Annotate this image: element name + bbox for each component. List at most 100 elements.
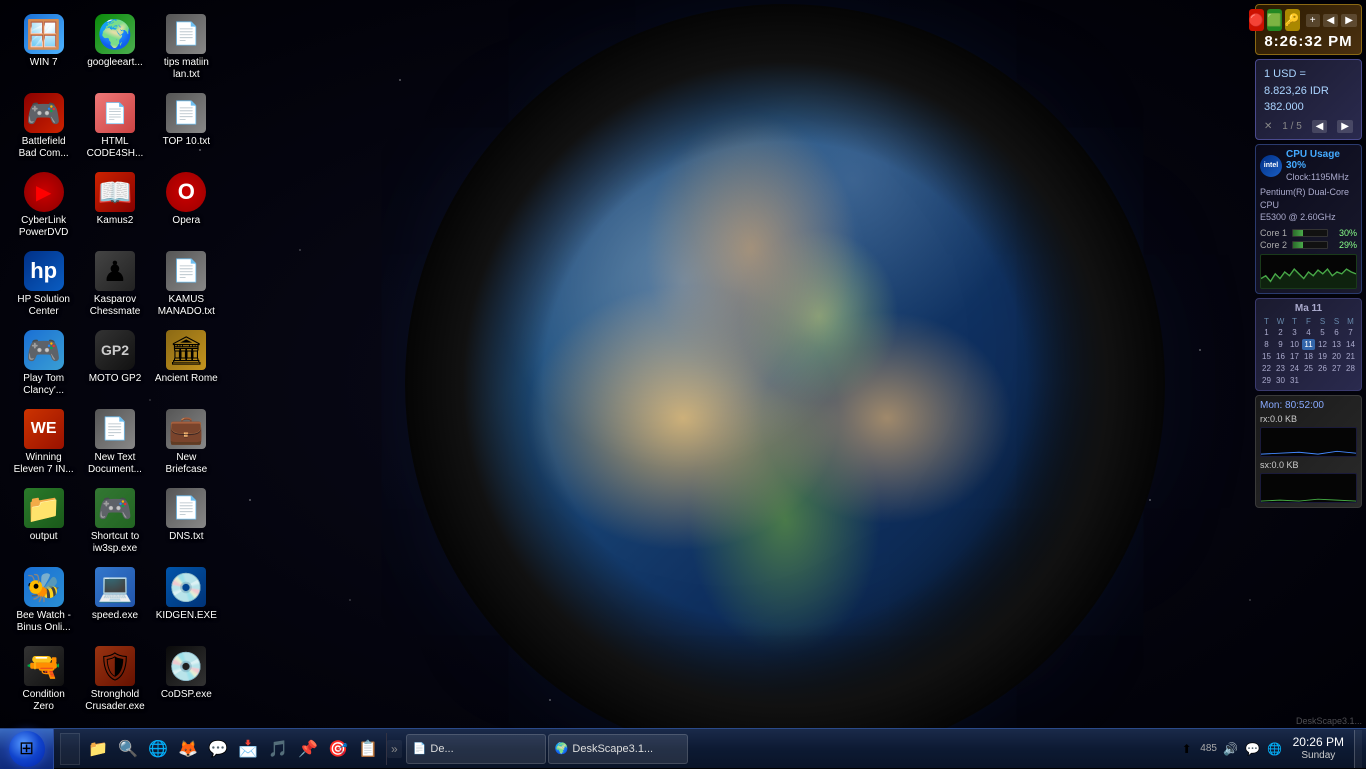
cal-day-17[interactable]: 17 <box>1288 351 1301 362</box>
network-rx-graph <box>1260 427 1357 457</box>
clock-icon-green[interactable]: 🟩 <box>1267 9 1282 31</box>
icon-kasparov[interactable]: ♟ Kasparov Chessmate <box>79 245 150 324</box>
cyberlink-icon: ▶ <box>24 172 64 212</box>
icon-speed[interactable]: 💻 speed.exe <box>79 561 150 640</box>
quicklaunch-firefox[interactable]: 🦊 <box>174 735 202 763</box>
icon-beewatch[interactable]: 🐝 Bee Watch - Binus Onli... <box>8 561 79 640</box>
cal-day-11[interactable]: 11 <box>1302 339 1315 350</box>
quicklaunch-explorer[interactable]: 📁 <box>84 735 112 763</box>
cal-day-8[interactable]: 8 <box>1260 339 1273 350</box>
quicklaunch-email[interactable]: 📩 <box>234 735 262 763</box>
cal-day-15[interactable]: 15 <box>1260 351 1273 362</box>
icon-opera[interactable]: O Opera <box>151 166 222 245</box>
icon-output[interactable]: 📁 output <box>8 482 79 561</box>
icon-top10[interactable]: 📄 TOP 10.txt <box>151 87 222 166</box>
taskbar-clock[interactable]: 20:26 PM Sunday <box>1287 735 1350 761</box>
cal-day-7[interactable]: 7 <box>1344 327 1357 338</box>
tray-icon-3[interactable]: 💬 <box>1243 739 1263 759</box>
cal-day-12[interactable]: 12 <box>1316 339 1329 350</box>
output-label: output <box>30 531 58 543</box>
icon-cz[interactable]: 🔫 Condition Zero <box>8 640 79 719</box>
cal-day-28[interactable]: 28 <box>1344 363 1357 374</box>
tray-network-icon[interactable]: 485 <box>1199 739 1219 759</box>
hp-label: HP Solution Center <box>12 294 75 318</box>
quicklaunch-app[interactable]: 🎯 <box>324 735 352 763</box>
icon-playtom[interactable]: 🎮 Play Tom Clancy'... <box>8 324 79 403</box>
show-desktop-btn[interactable] <box>60 733 80 765</box>
stronghold-icon: 🛡 <box>95 646 135 686</box>
cal-day-4[interactable]: 4 <box>1302 327 1315 338</box>
cal-day-9[interactable]: 9 <box>1274 339 1287 350</box>
clock-prev-btn[interactable]: ◀ <box>1323 14 1339 27</box>
icon-stronghold[interactable]: 🛡 Stronghold Crusader.exe <box>79 640 150 719</box>
taskbar-expand-btn[interactable]: » <box>387 740 402 758</box>
taskbar-app-deskscape[interactable]: 🌍 DeskScape3.1... <box>548 734 688 764</box>
icon-winning[interactable]: WE Winning Eleven 7 IN... <box>8 403 79 482</box>
icon-hp[interactable]: hp HP Solution Center <box>8 245 79 324</box>
cal-day-27[interactable]: 27 <box>1330 363 1343 374</box>
cal-day-22[interactable]: 22 <box>1260 363 1273 374</box>
icon-ancientrome[interactable]: 🏛 Ancient Rome <box>151 324 222 403</box>
cal-day-21[interactable]: 21 <box>1344 351 1357 362</box>
cal-day-16[interactable]: 16 <box>1274 351 1287 362</box>
clock-next-btn[interactable]: ▶ <box>1341 14 1357 27</box>
tray-icon-2[interactable]: 🔊 <box>1221 739 1241 759</box>
icon-googleearth[interactable]: 🌍 googleeart... <box>79 8 150 87</box>
clock-header: 🔴 🟩 🔑 + ◀ ▶ <box>1260 9 1357 31</box>
cal-day-14[interactable]: 14 <box>1344 339 1357 350</box>
cpu-core2-label: Core 2 <box>1260 240 1288 250</box>
icon-newtext[interactable]: 📄 New Text Document... <box>79 403 150 482</box>
show-desktop-right-btn[interactable] <box>1354 730 1362 768</box>
icon-motogp[interactable]: GP2 MOTO GP2 <box>79 324 150 403</box>
cal-day-26[interactable]: 26 <box>1316 363 1329 374</box>
currency-close-btn[interactable]: ✕ <box>1264 121 1272 132</box>
clock-icon-red[interactable]: 🔴 <box>1249 9 1264 31</box>
quicklaunch-search[interactable]: 🔍 <box>114 735 142 763</box>
cal-day-1[interactable]: 1 <box>1260 327 1273 338</box>
cz-label: Condition Zero <box>12 689 75 713</box>
top10-label: TOP 10.txt <box>163 136 210 148</box>
tray-icon-4[interactable]: 🌐 <box>1265 739 1285 759</box>
cal-day-23[interactable]: 23 <box>1274 363 1287 374</box>
currency-prev-btn[interactable]: ◀ <box>1312 120 1328 133</box>
icon-htmlcode[interactable]: 📄 HTML CODE4SH... <box>79 87 150 166</box>
quicklaunch-media[interactable]: 🎵 <box>264 735 292 763</box>
currency-next-btn[interactable]: ▶ <box>1337 120 1353 133</box>
kamus2-label: Kamus2 <box>97 215 134 227</box>
icon-newbriefcase[interactable]: 💼 New Briefcase <box>151 403 222 482</box>
cal-day-24[interactable]: 24 <box>1288 363 1301 374</box>
quicklaunch-ie[interactable]: 🌐 <box>144 735 172 763</box>
clock-icon-key[interactable]: 🔑 <box>1285 9 1300 31</box>
cal-day-29[interactable]: 29 <box>1260 375 1273 386</box>
icon-tipsmatiin[interactable]: 📄 tips matiin lan.txt <box>151 8 222 87</box>
taskbar-app-de[interactable]: 📄 De... <box>406 734 546 764</box>
icon-kamus2[interactable]: 📖 Kamus2 <box>79 166 150 245</box>
icon-codsp[interactable]: 💿 CoDSP.exe <box>151 640 222 719</box>
icon-battlefield[interactable]: 🎮 Battlefield Bad Com... <box>8 87 79 166</box>
icon-cyberlink[interactable]: ▶ CyberLink PowerDVD <box>8 166 79 245</box>
cal-day-5[interactable]: 5 <box>1316 327 1329 338</box>
cal-day-18[interactable]: 18 <box>1302 351 1315 362</box>
icon-shortcut[interactable]: 🎮 Shortcut to iw3sp.exe <box>79 482 150 561</box>
icon-kamus[interactable]: 📄 KAMUS MANADO.txt <box>151 245 222 324</box>
cal-day-empty3 <box>1330 375 1343 386</box>
cal-day-3[interactable]: 3 <box>1288 327 1301 338</box>
quicklaunch-app2[interactable]: 📋 <box>354 735 382 763</box>
icon-win7[interactable]: 🪟 WIN 7 <box>8 8 79 87</box>
cal-day-6[interactable]: 6 <box>1330 327 1343 338</box>
icon-dns[interactable]: 📄 DNS.txt <box>151 482 222 561</box>
cal-day-31[interactable]: 31 <box>1288 375 1301 386</box>
quicklaunch-chat[interactable]: 💬 <box>204 735 232 763</box>
cal-day-10[interactable]: 10 <box>1288 339 1301 350</box>
cal-day-2[interactable]: 2 <box>1274 327 1287 338</box>
cal-day-25[interactable]: 25 <box>1302 363 1315 374</box>
cal-day-13[interactable]: 13 <box>1330 339 1343 350</box>
cal-day-19[interactable]: 19 <box>1316 351 1329 362</box>
start-button[interactable]: ⊞ <box>0 729 54 769</box>
tray-icon-1[interactable]: ⬆ <box>1177 739 1197 759</box>
cal-day-20[interactable]: 20 <box>1330 351 1343 362</box>
quicklaunch-more[interactable]: 📌 <box>294 735 322 763</box>
clock-add-btn[interactable]: + <box>1306 14 1320 27</box>
icon-kidgen[interactable]: 💿 KIDGEN.EXE <box>151 561 222 640</box>
cal-day-30[interactable]: 30 <box>1274 375 1287 386</box>
